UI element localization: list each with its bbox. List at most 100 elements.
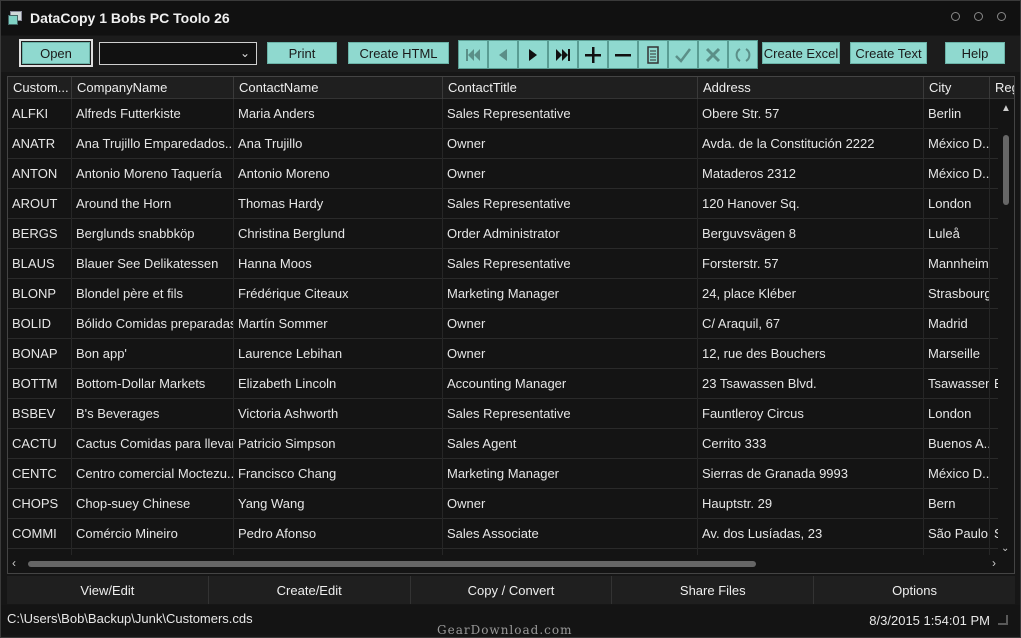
table-cell[interactable]: CENTC: [8, 459, 72, 489]
table-cell[interactable]: [990, 429, 998, 459]
table-cell[interactable]: Owner: [443, 339, 698, 369]
cancel-record-icon[interactable]: [698, 40, 728, 69]
table-cell[interactable]: Owner: [443, 159, 698, 189]
table-cell[interactable]: ALFKI: [8, 99, 72, 129]
table-cell[interactable]: Owner: [443, 309, 698, 339]
table-cell[interactable]: [990, 249, 998, 279]
table-cell[interactable]: Chop-suey Chinese: [72, 489, 234, 519]
edit-record-icon[interactable]: [638, 40, 668, 69]
table-cell[interactable]: Centro comercial Moctezu...: [72, 459, 234, 489]
table-row[interactable]: CHOPS Chop-suey Chinese Yang Wang Owner Haup…: [8, 489, 998, 519]
table-cell[interactable]: [990, 459, 998, 489]
table-cell[interactable]: Pedro Afonso: [234, 519, 443, 549]
table-cell[interactable]: Forsterstr. 57: [698, 249, 924, 279]
last-record-icon[interactable]: [548, 40, 578, 69]
create-html-button[interactable]: Create HTML: [348, 42, 449, 64]
table-cell[interactable]: CHOPS: [8, 489, 72, 519]
tab-create-edit[interactable]: Create/Edit: [208, 576, 411, 604]
table-row[interactable]: BOTTM Bottom-Dollar Markets Elizabeth Linc…: [8, 369, 998, 399]
table-row[interactable]: BLAUS Blauer See Delikatessen Hanna Moos Sa…: [8, 249, 998, 279]
table-cell[interactable]: London: [924, 399, 990, 429]
table-cell[interactable]: Bólido Comidas preparadas: [72, 309, 234, 339]
table-cell[interactable]: BSBEV: [8, 399, 72, 429]
table-cell[interactable]: ANATR: [8, 129, 72, 159]
table-cell[interactable]: BOLID: [8, 309, 72, 339]
table-cell[interactable]: Buenos A...: [924, 429, 990, 459]
table-cell[interactable]: Fauntleroy Circus: [698, 399, 924, 429]
vertical-scroll-thumb[interactable]: [1003, 135, 1009, 205]
table-row[interactable]: BLONP Blondel père et fils Frédérique Cite…: [8, 279, 998, 309]
table-cell[interactable]: Avda. de la Constitución 2222: [698, 129, 924, 159]
table-cell[interactable]: 24, place Kléber: [698, 279, 924, 309]
table-cell[interactable]: BONAP: [8, 339, 72, 369]
print-button[interactable]: Print: [267, 42, 337, 64]
table-cell[interactable]: AROUT: [8, 189, 72, 219]
column-header[interactable]: City: [924, 77, 990, 99]
table-cell[interactable]: BLONP: [8, 279, 72, 309]
table-cell[interactable]: [990, 399, 998, 429]
column-header[interactable]: Reg: [990, 77, 1014, 99]
file-combo[interactable]: ⌄: [99, 42, 257, 65]
tab-share-files[interactable]: Share Files: [612, 576, 815, 604]
table-row[interactable]: CACTU Cactus Comidas para llevar Patricio …: [8, 429, 998, 459]
open-button[interactable]: Open: [19, 39, 93, 67]
resize-grip-icon[interactable]: [998, 615, 1008, 625]
table-cell[interactable]: México D...: [924, 459, 990, 489]
delete-record-icon[interactable]: [608, 40, 638, 69]
table-row[interactable]: ANATR Ana Trujillo Emparedados... Ana Truj…: [8, 129, 998, 159]
table-cell[interactable]: 120 Hanover Sq.: [698, 189, 924, 219]
add-record-icon[interactable]: [578, 40, 608, 69]
next-record-icon[interactable]: [518, 40, 548, 69]
table-cell[interactable]: [990, 129, 998, 159]
table-cell[interactable]: Ana Trujillo Emparedados...: [72, 129, 234, 159]
table-cell[interactable]: Owner: [443, 489, 698, 519]
table-cell[interactable]: Christina Berglund: [234, 219, 443, 249]
table-row[interactable]: CENTC Centro comercial Moctezu... Francisc…: [8, 459, 998, 489]
table-cell[interactable]: Sales Representative: [443, 249, 698, 279]
table-cell[interactable]: Mataderos 2312: [698, 159, 924, 189]
table-row[interactable]: BSBEV B's Beverages Victoria Ashworth Sales…: [8, 399, 998, 429]
table-cell[interactable]: Berlin: [924, 99, 990, 129]
table-cell[interactable]: Sales Representative: [443, 99, 698, 129]
table-cell[interactable]: 12, rue des Bouchers: [698, 339, 924, 369]
column-header[interactable]: Address: [698, 77, 924, 99]
table-row[interactable]: COMMI Comércio Mineiro Pedro Afonso Sales A…: [8, 519, 998, 549]
table-cell[interactable]: Accounting Manager: [443, 369, 698, 399]
data-grid[interactable]: Custom... CompanyName ContactName ContactTi…: [7, 76, 1015, 574]
table-cell[interactable]: Bern: [924, 489, 990, 519]
table-cell[interactable]: Antonio Moreno: [234, 159, 443, 189]
scroll-left-icon[interactable]: ‹: [12, 556, 16, 570]
horizontal-scroll-thumb[interactable]: [28, 561, 756, 567]
table-cell[interactable]: Sales Representative: [443, 399, 698, 429]
table-cell[interactable]: Tsawassen: [924, 369, 990, 399]
table-cell[interactable]: Sierras de Granada 9993: [698, 459, 924, 489]
table-cell[interactable]: Madrid: [924, 309, 990, 339]
table-cell[interactable]: Mannheim: [924, 249, 990, 279]
minimize-icon[interactable]: [951, 12, 960, 21]
table-cell[interactable]: Sales Agent: [443, 429, 698, 459]
table-cell[interactable]: [990, 189, 998, 219]
table-row[interactable]: BERGS Berglunds snabbköp Christina Berglun…: [8, 219, 998, 249]
table-cell[interactable]: BERGS: [8, 219, 72, 249]
table-row[interactable]: BONAP Bon app' Laurence Lebihan Owner 12, ru…: [8, 339, 998, 369]
tab-copy-convert[interactable]: Copy / Convert: [410, 576, 613, 604]
table-cell[interactable]: Sales Representative: [443, 189, 698, 219]
column-header[interactable]: ContactName: [234, 77, 443, 99]
column-header[interactable]: Custom...: [8, 77, 72, 99]
table-cell[interactable]: Antonio Moreno Taquería: [72, 159, 234, 189]
horizontal-scrollbar[interactable]: ‹ ›: [8, 555, 998, 573]
table-cell[interactable]: [990, 219, 998, 249]
table-cell[interactable]: Patricio Simpson: [234, 429, 443, 459]
table-cell[interactable]: Hanna Moos: [234, 249, 443, 279]
table-cell[interactable]: Berglunds snabbköp: [72, 219, 234, 249]
table-cell[interactable]: ANTON: [8, 159, 72, 189]
table-cell[interactable]: Around the Horn: [72, 189, 234, 219]
table-cell[interactable]: Av. dos Lusíadas, 23: [698, 519, 924, 549]
table-cell[interactable]: Alfreds Futterkiste: [72, 99, 234, 129]
create-text-button[interactable]: Create Text: [850, 42, 927, 64]
table-cell[interactable]: Francisco Chang: [234, 459, 443, 489]
table-cell[interactable]: S: [990, 519, 998, 549]
table-cell[interactable]: [990, 339, 998, 369]
table-cell[interactable]: México D...: [924, 129, 990, 159]
table-cell[interactable]: Order Administrator: [443, 219, 698, 249]
